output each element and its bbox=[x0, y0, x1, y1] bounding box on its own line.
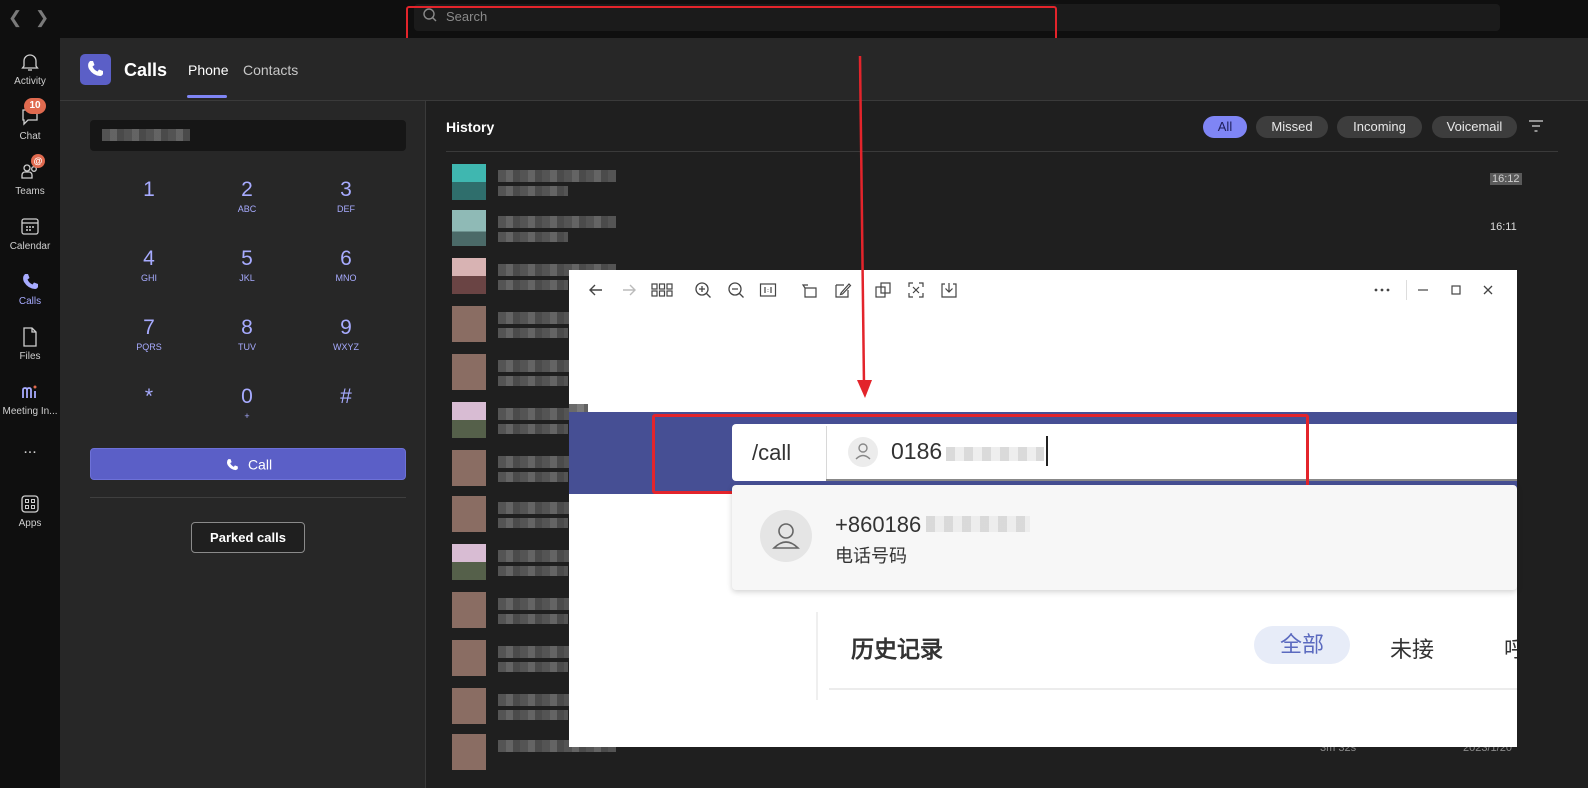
phone-icon bbox=[226, 458, 238, 470]
save-icon[interactable] bbox=[940, 281, 958, 299]
bell-icon bbox=[21, 54, 39, 71]
history-time: 16:12 bbox=[1490, 173, 1522, 185]
filter-incoming[interactable]: Incoming bbox=[1337, 116, 1422, 138]
tab-phone[interactable]: Phone bbox=[188, 62, 228, 78]
history-row[interactable] bbox=[452, 164, 622, 202]
zh-history-title: 历史记录 bbox=[851, 636, 943, 662]
minimize-icon[interactable] bbox=[1414, 281, 1432, 299]
more-icon[interactable]: ... bbox=[0, 440, 60, 458]
dial-key-1[interactable]: 1 bbox=[109, 178, 189, 204]
dial-key-5[interactable]: 5 JKL bbox=[207, 247, 287, 283]
rail-item-apps[interactable]: Apps bbox=[0, 493, 60, 529]
rail-label-activity: Activity bbox=[14, 76, 46, 87]
call-field-highlight-box bbox=[652, 414, 1309, 494]
dial-key-2[interactable]: 2 ABC bbox=[207, 178, 287, 214]
history-time: 16:11 bbox=[1490, 221, 1517, 233]
apps-icon bbox=[21, 495, 39, 513]
rail-label-calls: Calls bbox=[18, 296, 42, 307]
forward-arrow-icon[interactable]: ❯ bbox=[35, 8, 49, 28]
history-title: History bbox=[446, 119, 495, 135]
suggestion-type: 电话号码 bbox=[835, 546, 907, 566]
page-title: Calls bbox=[124, 60, 168, 80]
calendar-icon bbox=[21, 218, 39, 235]
rail-label-files: Files bbox=[19, 351, 41, 362]
copy-icon[interactable] bbox=[874, 281, 892, 299]
rail-item-files[interactable]: Files bbox=[0, 326, 60, 362]
dial-key-9[interactable]: 9 WXYZ bbox=[306, 316, 386, 352]
history-row[interactable] bbox=[452, 210, 622, 248]
edit-icon[interactable] bbox=[834, 281, 852, 299]
file-icon bbox=[23, 327, 37, 347]
rail-item-calendar[interactable]: Calendar bbox=[0, 216, 60, 252]
teams-mention-badge: @ bbox=[31, 154, 45, 168]
dial-key-6[interactable]: 6 MNO bbox=[306, 247, 386, 283]
calls-app-icon bbox=[80, 54, 111, 85]
forward-arrow-icon[interactable] bbox=[620, 281, 638, 299]
filter-voicemail[interactable]: Voicemail bbox=[1432, 116, 1517, 138]
panel-divider bbox=[816, 612, 818, 700]
rail-label-teams: Teams bbox=[15, 186, 45, 197]
divider bbox=[90, 497, 406, 498]
active-tab-indicator bbox=[187, 95, 227, 98]
avatar bbox=[760, 510, 812, 562]
rotate-icon[interactable] bbox=[801, 281, 819, 299]
rail-item-teams[interactable]: Teams @ bbox=[0, 154, 60, 197]
rail-label-apps: Apps bbox=[18, 518, 42, 529]
dial-key-7[interactable]: 7 PQRS bbox=[109, 316, 189, 352]
dial-key-3[interactable]: 3 DEF bbox=[306, 178, 386, 214]
tab-contacts[interactable]: Contacts bbox=[243, 62, 298, 78]
back-arrow-icon[interactable]: ❮ bbox=[8, 8, 22, 28]
call-button[interactable]: Call bbox=[90, 448, 406, 480]
dial-key-hash[interactable]: # bbox=[306, 385, 386, 411]
more-options-icon[interactable] bbox=[1373, 281, 1391, 299]
parked-calls-button[interactable]: Parked calls bbox=[191, 522, 305, 553]
dial-key-0[interactable]: 0 + bbox=[207, 385, 287, 421]
rail-item-activity[interactable]: Activity bbox=[0, 51, 60, 87]
dial-key-star[interactable]: * bbox=[109, 385, 189, 411]
filter-icon[interactable] bbox=[1528, 119, 1544, 133]
zh-filter-all[interactable]: 全部 bbox=[1254, 626, 1350, 664]
dial-key-8[interactable]: 8 TUV bbox=[207, 316, 287, 352]
zh-filter-missed[interactable]: 未接 bbox=[1390, 632, 1434, 664]
rail-label-calendar: Calendar bbox=[9, 241, 51, 252]
actual-size-icon[interactable] bbox=[759, 281, 777, 299]
zoom-in-icon[interactable] bbox=[694, 281, 712, 299]
maximize-icon[interactable] bbox=[1447, 281, 1465, 299]
grid-view-icon[interactable] bbox=[651, 281, 673, 299]
rail-label-chat: Chat bbox=[19, 131, 41, 142]
suggestion-number: +860186 bbox=[835, 512, 922, 537]
zh-divider bbox=[829, 688, 1517, 690]
rail-label-meeting-insights: Meeting In... bbox=[2, 406, 58, 417]
close-icon[interactable] bbox=[1479, 281, 1497, 299]
meeting-insights-icon bbox=[22, 385, 37, 398]
phone-icon bbox=[23, 274, 38, 289]
history-divider bbox=[446, 151, 1558, 152]
zoom-out-icon[interactable] bbox=[727, 281, 745, 299]
chat-badge: 10 bbox=[24, 98, 46, 114]
zh-filter-more[interactable]: 呼 bbox=[1504, 632, 1517, 664]
call-button-label: Call bbox=[247, 456, 273, 473]
rail-item-calls[interactable]: Calls bbox=[0, 271, 60, 307]
filter-missed[interactable]: Missed bbox=[1256, 116, 1328, 138]
rail-item-chat[interactable]: Chat 10 bbox=[0, 98, 60, 142]
toolbar-divider bbox=[1406, 280, 1407, 300]
dial-number-input[interactable] bbox=[90, 120, 406, 151]
rail-item-meeting-insights[interactable]: Meeting In... bbox=[0, 381, 60, 417]
crop-icon[interactable] bbox=[907, 281, 925, 299]
dial-key-4[interactable]: 4 GHI bbox=[109, 247, 189, 283]
filter-all[interactable]: All bbox=[1203, 116, 1247, 138]
person-icon bbox=[772, 523, 800, 549]
back-arrow-icon[interactable] bbox=[587, 281, 605, 299]
